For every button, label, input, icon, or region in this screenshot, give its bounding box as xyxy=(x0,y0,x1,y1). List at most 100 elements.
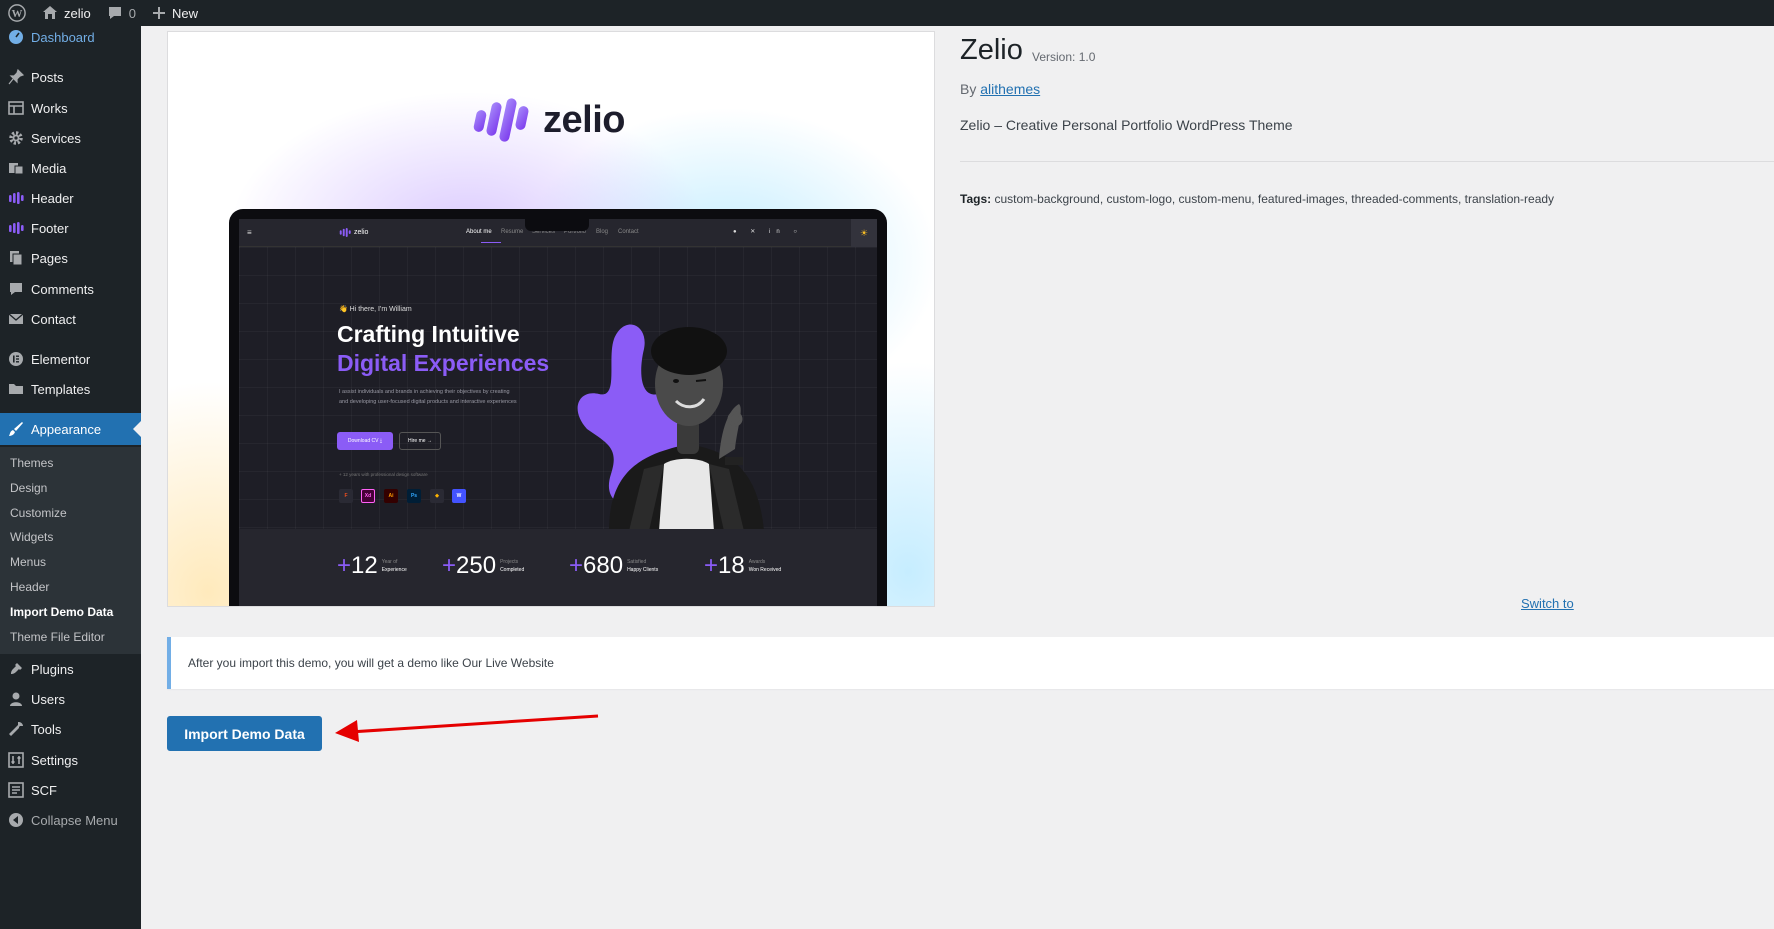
submenu-item-themes[interactable]: Themes xyxy=(10,456,53,470)
wrench-icon xyxy=(0,721,31,737)
stat-number: 680 xyxy=(583,552,624,579)
stat-number: 12 xyxy=(351,552,378,579)
sidebar-collapse-menu[interactable]: Collapse Menu xyxy=(0,805,141,835)
sidebar-item-services[interactable]: Services xyxy=(0,123,141,153)
preview-nav-underline xyxy=(481,242,501,243)
pages-icon xyxy=(0,250,31,266)
submenu-item-menus[interactable]: Menus xyxy=(10,555,46,569)
submenu-item-theme-file-editor[interactable]: Theme File Editor xyxy=(10,630,105,644)
switch-theme-link[interactable]: Switch to xyxy=(1521,596,1574,611)
stat-label-bottom: Happy Clients xyxy=(627,567,659,573)
zelio-logo-text: zelio xyxy=(543,98,625,141)
settings-icon xyxy=(0,752,31,768)
submenu-item-design[interactable]: Design xyxy=(10,481,47,495)
sidebar-item-contact[interactable]: Contact xyxy=(0,304,141,334)
preview-experience-note: + 12 years with professional design soft… xyxy=(339,472,428,477)
folder-icon xyxy=(0,381,31,397)
elementor-icon xyxy=(0,351,31,367)
sidebar-item-comments[interactable]: Comments xyxy=(0,274,141,304)
sidebar-item-media[interactable]: Media xyxy=(0,153,141,183)
preview-nav-link: Blog xyxy=(596,229,609,235)
theme-author-link[interactable]: alithemes xyxy=(980,81,1040,97)
stat-label-top: Year of xyxy=(381,559,398,565)
preview-nav-logo-text: zelio xyxy=(354,229,369,236)
wordpress-logo-icon: W xyxy=(8,4,26,22)
hero-portrait-image xyxy=(577,324,764,531)
preview-download-cv-button: Download CV ⤓ xyxy=(337,432,393,450)
gear-icon xyxy=(0,130,31,146)
theme-title: Zelio xyxy=(960,34,1023,66)
sidebar-item-appearance[interactable]: Appearance xyxy=(0,413,141,445)
preview-hire-me-button: Hire me → xyxy=(399,432,441,450)
sidebar-item-dashboard[interactable]: Dashboard xyxy=(0,26,141,52)
new-label: New xyxy=(171,5,198,21)
sun-icon: ☀ xyxy=(851,219,877,247)
stat-projects: +250 Projects Completed xyxy=(442,552,525,579)
laptop-screen: ≡ zelio About me Resume Services Portfol… xyxy=(239,219,877,606)
scf-icon xyxy=(0,782,31,798)
tags-label: Tags: xyxy=(960,192,992,206)
grid-icon xyxy=(0,100,31,116)
xd-icon: Xd xyxy=(361,489,375,503)
sidebar-item-settings[interactable]: Settings xyxy=(0,745,141,775)
submenu-item-widgets[interactable]: Widgets xyxy=(10,530,53,544)
media-icon xyxy=(0,160,31,176)
photoshop-icon: Ps xyxy=(407,489,421,503)
theme-tags: Tags: custom-background, custom-logo, cu… xyxy=(960,192,1554,206)
collapse-icon xyxy=(0,812,31,828)
notice-text: After you import this demo, you will get… xyxy=(188,656,554,670)
preview-nav-link: About me xyxy=(466,229,492,235)
theme-author-prefix: By xyxy=(960,81,977,97)
dashboard-icon xyxy=(0,29,31,45)
illustrator-icon: Ai xyxy=(384,489,398,503)
sidebar-item-header[interactable]: Header xyxy=(0,183,141,213)
sidebar-item-pages[interactable]: Pages xyxy=(0,243,141,273)
hamburger-icon: ≡ xyxy=(247,228,252,237)
user-icon xyxy=(0,691,31,707)
site-name-link[interactable]: zelio xyxy=(34,0,99,26)
sidebar-item-plugins[interactable]: Plugins xyxy=(0,654,141,684)
theme-screenshot: zelio ≡ zelio About me Resume Services P… xyxy=(167,31,935,607)
preview-greeting: 👋 Hi there, I'm William xyxy=(339,306,412,313)
sidebar-item-tools[interactable]: Tools xyxy=(0,714,141,744)
site-name: zelio xyxy=(64,5,91,21)
comments-link[interactable]: 0 xyxy=(99,0,144,26)
admin-bar: W zelio 0 New xyxy=(0,0,1774,26)
stat-label-bottom: Completed xyxy=(500,567,525,573)
preview-nav-link: Resume xyxy=(501,229,524,235)
stat-clients: +680 Satisfied Happy Clients xyxy=(569,552,659,579)
preview-social-icons: ● ✕ in ○ xyxy=(733,229,803,235)
wordpress-logo-button[interactable]: W xyxy=(0,0,34,26)
theme-author: By alithemes xyxy=(960,81,1040,97)
sidebar-item-posts[interactable]: Posts xyxy=(0,62,141,92)
sketch-icon: ◆ xyxy=(430,489,444,503)
tags-list: custom-background, custom-logo, custom-m… xyxy=(994,192,1555,206)
stat-number: 250 xyxy=(456,552,497,579)
zelio-logo: zelio xyxy=(473,94,625,146)
submenu-item-header[interactable]: Header xyxy=(10,580,49,594)
preview-nav-link: Contact xyxy=(618,229,639,235)
plus-icon xyxy=(152,6,166,20)
mail-icon xyxy=(0,311,31,327)
stat-label-bottom: Experience xyxy=(381,567,407,573)
sidebar-item-footer[interactable]: Footer xyxy=(0,213,141,243)
new-content-link[interactable]: New xyxy=(144,0,206,26)
current-menu-arrow xyxy=(133,421,141,437)
preview-nav-logo: zelio xyxy=(339,228,368,237)
submenu-item-import-demo-data[interactable]: Import Demo Data xyxy=(10,605,113,619)
sidebar-item-elementor[interactable]: Elementor xyxy=(0,344,141,374)
stat-label-bottom: Won Received xyxy=(748,567,782,573)
sidebar-item-templates[interactable]: Templates xyxy=(0,374,141,404)
stat-awards: +18 Awards Won Received xyxy=(704,552,782,579)
svg-text:W: W xyxy=(12,8,23,20)
submenu-item-customize[interactable]: Customize xyxy=(10,506,67,520)
sidebar-item-works[interactable]: Works xyxy=(0,93,141,123)
sidebar-item-scf[interactable]: SCF xyxy=(0,775,141,805)
red-annotation-arrow xyxy=(335,714,599,742)
sidebar-item-users[interactable]: Users xyxy=(0,684,141,714)
plug-icon xyxy=(0,661,31,677)
figma-icon: F xyxy=(339,489,353,503)
preview-headline-1: Crafting Intuitive xyxy=(337,321,520,347)
import-demo-data-button[interactable]: Import Demo Data xyxy=(167,716,322,751)
stat-number: 18 xyxy=(718,552,745,579)
